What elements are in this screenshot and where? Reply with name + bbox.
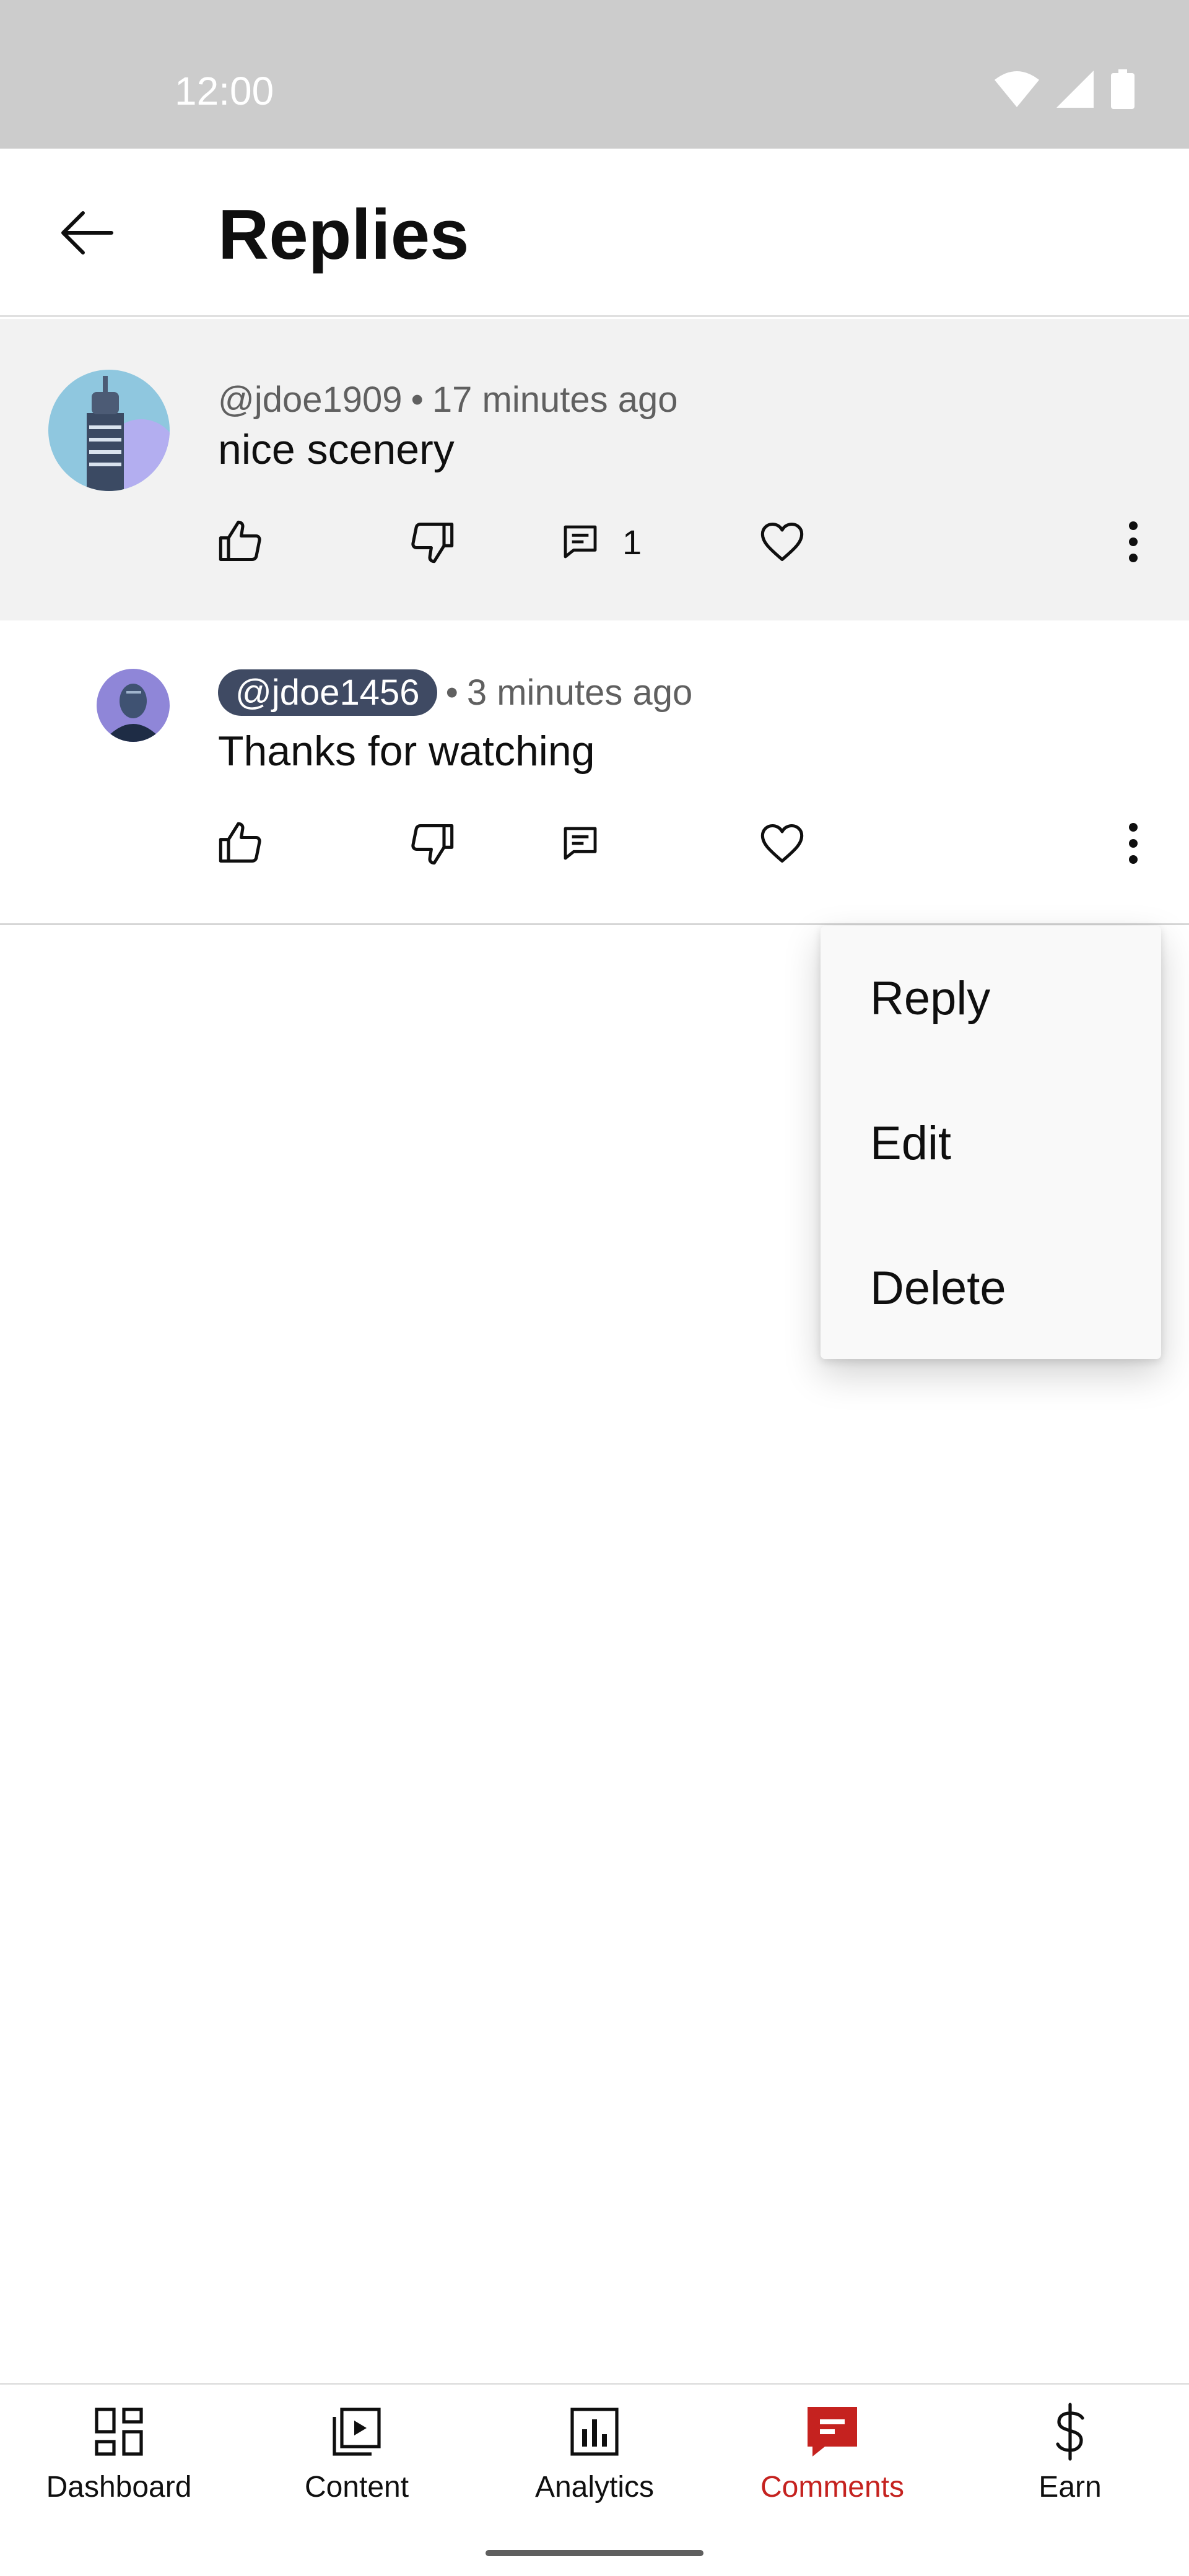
dashboard-icon xyxy=(95,2408,143,2456)
nav-label: Content xyxy=(304,2471,409,2504)
dislike-button[interactable] xyxy=(409,806,456,881)
heart-button[interactable] xyxy=(759,505,806,579)
comment-actions xyxy=(0,806,1189,881)
comment-options-menu: Reply Edit Delete xyxy=(821,926,1161,1359)
thumbs-up-icon xyxy=(219,822,261,863)
reply-button[interactable]: 1 xyxy=(560,505,642,579)
dislike-button[interactable] xyxy=(409,505,456,579)
back-button[interactable] xyxy=(50,198,124,268)
bottom-nav: Dashboard Content Analytics Comments Ear… xyxy=(0,2383,1189,2531)
nav-label: Dashboard xyxy=(46,2471,192,2504)
nav-label: Comments xyxy=(760,2471,905,2504)
content-icon xyxy=(333,2408,381,2456)
thumbs-down-icon xyxy=(411,824,454,865)
comment-actions: 1 xyxy=(0,505,1189,579)
menu-item-delete[interactable]: Delete xyxy=(821,1216,1161,1360)
comment-meta: @jdoe1456 • 3 minutes ago xyxy=(218,669,692,716)
status-time: 12:00 xyxy=(175,69,274,113)
heart-button[interactable] xyxy=(759,806,806,881)
more-options-button[interactable] xyxy=(1115,806,1152,881)
status-icons xyxy=(995,69,1135,109)
menu-item-reply[interactable]: Reply xyxy=(821,926,1161,1071)
more-vert-icon xyxy=(1129,521,1138,562)
nav-item-content[interactable]: Content xyxy=(238,2385,476,2531)
reply-comment: @jdoe1456 • 3 minutes ago Thanks for wat… xyxy=(0,620,1189,925)
app-header: Replies xyxy=(0,149,1189,317)
comment-time: 17 minutes ago xyxy=(432,379,678,420)
comment-text: nice scenery xyxy=(218,426,455,473)
comment-author-chip[interactable]: @jdoe1456 xyxy=(218,669,437,716)
dollar-icon xyxy=(1056,2403,1084,2461)
comment-author[interactable]: @jdoe1909 xyxy=(218,379,403,420)
nav-label: Earn xyxy=(1039,2471,1102,2504)
more-vert-icon xyxy=(1129,823,1138,864)
like-button[interactable] xyxy=(217,806,264,881)
like-button[interactable] xyxy=(217,505,264,579)
meta-separator: • xyxy=(411,379,424,420)
thumbs-up-icon xyxy=(219,520,261,562)
reply-button[interactable] xyxy=(560,806,600,881)
nav-item-earn[interactable]: Earn xyxy=(951,2385,1189,2531)
comment-meta: @jdoe1909 • 17 minutes ago xyxy=(218,370,677,429)
nav-item-comments[interactable]: Comments xyxy=(713,2385,951,2531)
comment-icon xyxy=(564,525,597,559)
comments-icon xyxy=(808,2407,857,2456)
comment-text: Thanks for watching xyxy=(218,728,595,775)
reply-count: 1 xyxy=(622,522,642,562)
comment-time: 3 minutes ago xyxy=(466,672,693,713)
nav-label: Analytics xyxy=(534,2471,655,2504)
battery-icon xyxy=(1111,69,1135,109)
thumbs-down-icon xyxy=(411,522,454,564)
avatar[interactable] xyxy=(97,669,170,742)
heart-icon xyxy=(760,824,804,863)
parent-comment: @jdoe1909 • 17 minutes ago nice scenery … xyxy=(0,319,1189,620)
arrow-back-icon xyxy=(61,211,113,255)
signal-icon xyxy=(1056,71,1094,108)
wifi-icon xyxy=(995,71,1039,107)
avatar[interactable] xyxy=(48,370,170,491)
meta-separator: • xyxy=(445,672,458,713)
comment-icon xyxy=(564,827,597,860)
analytics-icon xyxy=(570,2408,619,2456)
status-bar: 12:00 xyxy=(0,0,1189,149)
nav-item-analytics[interactable]: Analytics xyxy=(476,2385,713,2531)
page-title: Replies xyxy=(218,196,469,274)
nav-item-dashboard[interactable]: Dashboard xyxy=(0,2385,238,2531)
heart-icon xyxy=(760,522,804,562)
menu-item-edit[interactable]: Edit xyxy=(821,1071,1161,1216)
more-options-button[interactable] xyxy=(1115,505,1152,579)
gesture-bar[interactable] xyxy=(486,2550,703,2556)
